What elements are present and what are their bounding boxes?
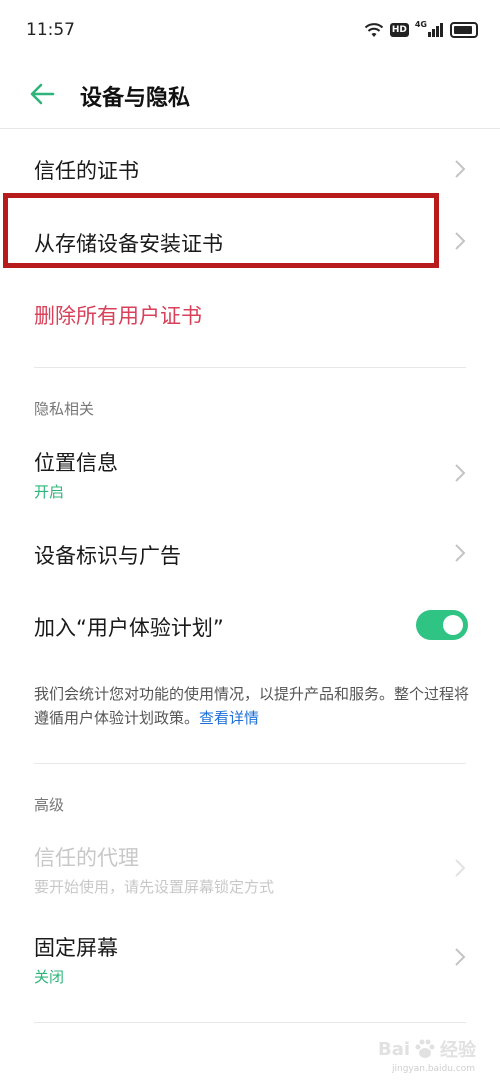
section-header-privacy: 隐私相关 (34, 400, 95, 418)
trusted-certificates-label: 信任的证书 (34, 159, 139, 183)
baidu-watermark: Bai 经验 (378, 1036, 476, 1062)
status-icons: HD 4G (364, 18, 478, 42)
chevron-right-icon (455, 948, 466, 966)
section-divider (34, 763, 466, 764)
battery-icon (450, 22, 478, 38)
header-divider (0, 128, 500, 129)
network-type-label: 4G (414, 20, 427, 29)
chevron-right-icon (455, 232, 466, 250)
chevron-right-icon (455, 160, 466, 178)
hd-badge: HD (389, 23, 409, 37)
trust-agents-hint: 要开始使用，请先设置屏幕锁定方式 (34, 878, 275, 896)
watermark-suffix: 经验 (440, 1040, 477, 1061)
chevron-right-icon (455, 464, 466, 482)
signal-icon: 4G (414, 20, 444, 37)
status-time: 11:57 (26, 20, 75, 40)
ux-plan-description: 我们会统计您对功能的使用情况，以提升产品和服务。整个过程将遵循用户体验计划政策。… (34, 682, 474, 730)
location-status: 开启 (34, 483, 65, 501)
ux-plan-toggle[interactable] (416, 610, 468, 640)
toggle-knob (443, 615, 463, 635)
back-arrow-icon[interactable] (28, 80, 58, 108)
top-bar: 设备与隐私 (0, 60, 500, 128)
section-divider (34, 367, 466, 368)
paw-logo-icon (415, 1039, 435, 1058)
section-divider (34, 1022, 466, 1023)
details-link[interactable]: 查看详情 (199, 709, 259, 727)
wifi-icon (364, 23, 384, 37)
watermark-brand: Bai (378, 1038, 411, 1060)
chevron-right-icon (455, 859, 466, 877)
ux-plan-label: 加入“用户体验计划” (34, 616, 224, 640)
location-label: 位置信息 (34, 451, 118, 475)
status-bar: 11:57 HD 4G (0, 0, 500, 60)
chevron-right-icon (455, 544, 466, 562)
highlight-box (3, 193, 439, 268)
device-id-ads-label: 设备标识与广告 (34, 544, 181, 568)
delete-all-user-certificates-label: 删除所有用户证书 (34, 304, 202, 328)
watermark-domain: jingyan.baidu.com (392, 1064, 476, 1074)
page-title: 设备与隐私 (80, 86, 191, 111)
section-header-advanced: 高级 (34, 796, 65, 814)
screen-pinning-label: 固定屏幕 (34, 936, 118, 960)
screen-pinning-status: 关闭 (34, 968, 65, 986)
trust-agents-label: 信任的代理 (34, 846, 139, 870)
